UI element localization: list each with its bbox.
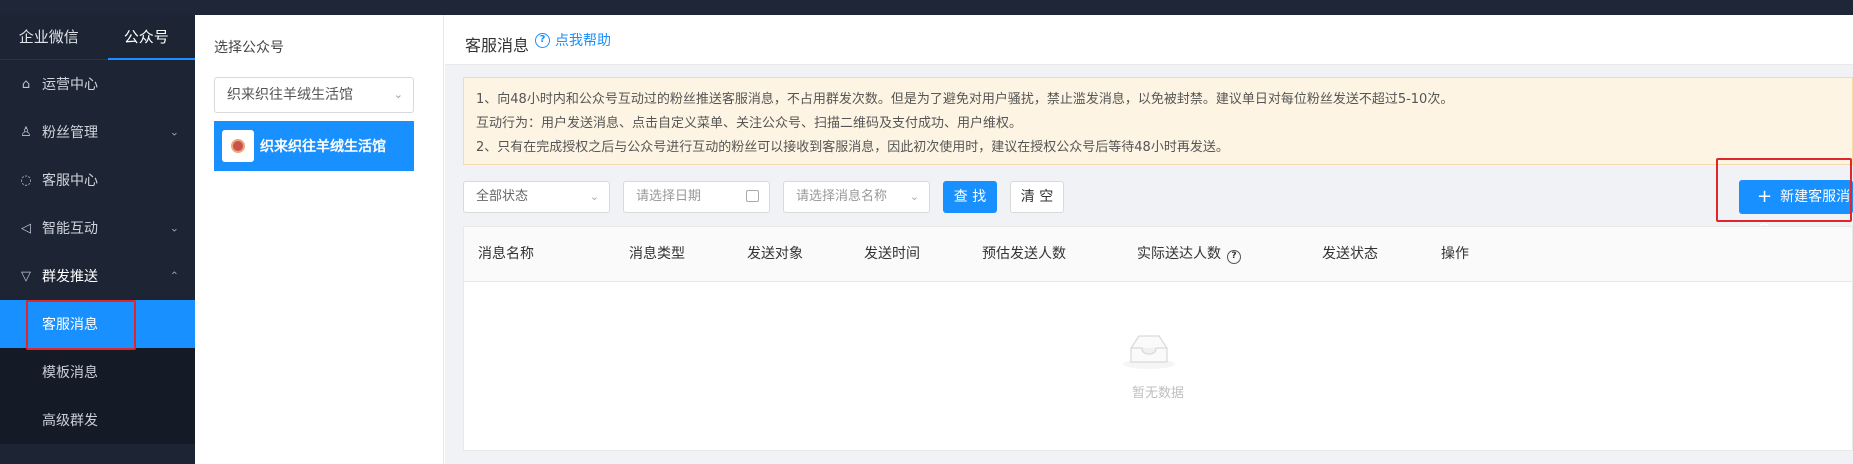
main-header: 客服消息 ? 点我帮助 [445, 15, 1853, 65]
account-panel: 选择公众号 织来织往羊绒生活馆 ⌄ 织来织往羊绒生活馆 [195, 15, 444, 464]
help-link[interactable]: ? 点我帮助 [535, 30, 611, 50]
sidebar-item-fans[interactable]: ♙ 粉丝管理 ⌄ [0, 108, 195, 156]
calendar-icon [746, 190, 759, 202]
sidebar-item-label: 运营中心 [42, 77, 98, 93]
column-header: 发送时间 [864, 246, 920, 262]
sidebar-item-broadcast[interactable]: ▽ 群发推送 ⌃ [0, 252, 195, 300]
sidebar-subitem-label: 高级群发 [42, 413, 98, 429]
sidebar: 企业微信 公众号 ⌂ 运营中心 ♙ 粉丝管理 ⌄ ◌ 客服中心 ◁ 智能互动 ⌄… [0, 15, 195, 464]
column-header: 消息名称 [478, 246, 534, 262]
chevron-down-icon: ⌄ [169, 125, 179, 139]
table-header: 消息名称 消息类型 发送对象 发送时间 预估发送人数 实际送达人数? 发送状态 … [464, 227, 1852, 282]
chevron-down-icon: ⌄ [169, 221, 179, 235]
sidebar-item-label: 粉丝管理 [42, 125, 98, 141]
message-name-select[interactable]: 请选择消息名称 ⌄ [783, 181, 930, 213]
date-placeholder: 请选择日期 [636, 189, 702, 204]
sidebar-subitem-advanced-broadcast[interactable]: 高级群发 [0, 396, 195, 444]
account-name: 织来织往羊绒生活馆 [260, 139, 386, 155]
chevron-down-icon: ⌄ [589, 190, 599, 203]
sidebar-subitem-template-message[interactable]: 模板消息 [0, 348, 195, 396]
account-card[interactable]: 织来织往羊绒生活馆 [214, 121, 414, 171]
account-avatar [222, 130, 254, 162]
message-table: 消息名称 消息类型 发送对象 发送时间 预估发送人数 实际送达人数? 发送状态 … [463, 226, 1853, 451]
notice-line: 1、向48小时内和公众号互动过的粉丝推送客服消息，不占用群发次数。但是为了避免对… [476, 92, 1454, 107]
status-select-value: 全部状态 [476, 189, 529, 204]
column-header-actual-delivered: 实际送达人数? [1137, 227, 1241, 282]
column-header: 发送状态 [1322, 246, 1378, 262]
chevron-down-icon: ⌄ [393, 88, 403, 101]
message-name-placeholder: 请选择消息名称 [796, 189, 888, 204]
notice-box: 1、向48小时内和公众号互动过的粉丝推送客服消息，不占用群发次数。但是为了避免对… [463, 77, 1853, 165]
empty-state: 暂无数据 [464, 282, 1852, 452]
tab-wecom[interactable]: 企业微信 [0, 15, 98, 59]
megaphone-icon: ◁ [21, 220, 31, 236]
sidebar-item-operations[interactable]: ⌂ 运营中心 [0, 60, 195, 108]
date-picker[interactable]: 请选择日期 [623, 181, 770, 213]
main-content: 客服消息 ? 点我帮助 1、向48小时内和公众号互动过的粉丝推送客服消息，不占用… [445, 15, 1853, 464]
highlight-box [26, 300, 136, 350]
chevron-up-icon: ⌃ [169, 269, 179, 283]
sidebar-subitem-service-message[interactable]: 客服消息 [0, 300, 195, 350]
users-icon: ♙ [20, 124, 32, 140]
help-label: 点我帮助 [555, 33, 611, 49]
question-icon[interactable]: ? [1227, 250, 1241, 264]
sidebar-item-interaction[interactable]: ◁ 智能互动 ⌄ [0, 204, 195, 252]
question-icon: ? [535, 32, 550, 48]
column-header: 发送对象 [747, 246, 803, 262]
sidebar-subitem-label: 模板消息 [42, 365, 98, 381]
sidebar-item-label: 群发推送 [42, 269, 98, 285]
sidebar-item-service[interactable]: ◌ 客服中心 [0, 156, 195, 204]
empty-inbox-icon [1123, 335, 1175, 369]
page-title: 客服消息 [465, 36, 530, 55]
column-header: 预估发送人数 [982, 246, 1066, 262]
top-bar [0, 0, 1853, 15]
funnel-icon: ▽ [21, 268, 31, 284]
empty-text: 暂无数据 [1131, 386, 1184, 401]
sidebar-item-label: 智能互动 [42, 221, 98, 237]
account-select-value: 织来织往羊绒生活馆 [227, 87, 353, 103]
account-panel-title: 选择公众号 [214, 40, 284, 56]
highlight-box [1716, 158, 1852, 222]
chevron-down-icon: ⌄ [909, 190, 919, 203]
column-header-label: 实际送达人数 [1137, 246, 1221, 262]
clear-button[interactable]: 清 空 [1010, 181, 1064, 213]
account-select[interactable]: 织来织往羊绒生活馆 ⌄ [214, 77, 414, 113]
chat-icon: ◌ [20, 172, 32, 188]
column-header: 消息类型 [629, 246, 685, 262]
sidebar-item-label: 客服中心 [42, 173, 98, 189]
notice-line: 2、只有在完成授权之后与公众号进行互动的粉丝可以接收到客服消息，因此初次使用时，… [476, 140, 1229, 155]
notice-line: 互动行为：用户发送消息、点击自定义菜单、关注公众号、扫描二维码及支付成功、用户维… [476, 116, 1023, 131]
filter-bar: 全部状态 ⌄ 请选择日期 请选择消息名称 ⌄ 查 找 清 空 [463, 181, 1853, 217]
search-button[interactable]: 查 找 [943, 181, 997, 213]
status-select[interactable]: 全部状态 ⌄ [463, 181, 610, 213]
sidebar-tabs: 企业微信 公众号 [0, 15, 195, 60]
tab-official-account[interactable]: 公众号 [98, 15, 196, 60]
column-header: 操作 [1441, 246, 1469, 262]
home-icon: ⌂ [21, 76, 31, 92]
